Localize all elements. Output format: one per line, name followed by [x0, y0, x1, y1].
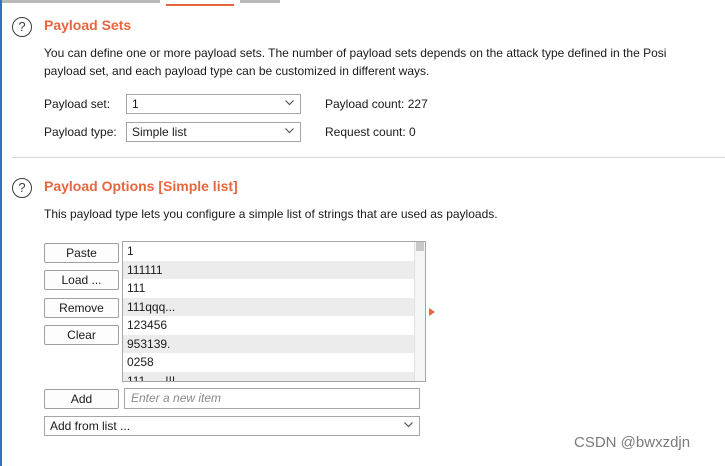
list-scrollbar[interactable]	[414, 242, 425, 381]
list-item[interactable]: 0258	[123, 353, 425, 372]
remove-button[interactable]: Remove	[44, 298, 119, 318]
payload-sets-description-line1: You can define one or more payload sets.…	[44, 46, 667, 60]
arrow-right-icon	[429, 308, 435, 316]
section-divider	[12, 157, 725, 158]
left-border-rule	[0, 0, 2, 466]
scrollbar-thumb[interactable]	[416, 242, 424, 251]
help-icon[interactable]: ?	[12, 178, 32, 198]
paste-button[interactable]: Paste	[44, 243, 119, 263]
new-item-input[interactable]: Enter a new item	[124, 388, 420, 409]
request-count: Request count: 0	[325, 125, 416, 139]
payload-options-description: This payload type lets you configure a s…	[44, 207, 498, 221]
add-from-list-select[interactable]: Add from list ...	[44, 416, 420, 436]
top-tab-strip	[0, 0, 725, 8]
add-button[interactable]: Add	[44, 389, 119, 409]
watermark: CSDN @bwxzdjn	[574, 434, 691, 451]
payload-count: Payload count: 227	[325, 97, 428, 111]
list-item[interactable]: 111111	[123, 260, 425, 279]
payload-type-select[interactable]: Simple list	[126, 122, 301, 142]
list-item[interactable]: 123456	[123, 316, 425, 335]
active-tab-indicator	[166, 4, 234, 6]
tab-strip-line	[0, 0, 160, 3]
payload-sets-description-line2: payload set, and each payload type can b…	[44, 64, 430, 78]
list-item[interactable]: 953139.	[123, 334, 425, 353]
chevron-down-icon	[285, 100, 294, 106]
load-button[interactable]: Load ...	[44, 270, 119, 290]
chevron-down-icon	[404, 422, 413, 428]
payload-sets-title: Payload Sets	[44, 17, 132, 33]
payload-type-label: Payload type:	[44, 125, 117, 139]
add-from-list-value: Add from list ...	[50, 419, 131, 433]
payload-set-select[interactable]: 1	[126, 94, 301, 114]
payload-list[interactable]: 1 111111 111 111qqq... 123456 953139. 02…	[122, 241, 426, 382]
help-icon[interactable]: ?	[12, 17, 32, 37]
clear-button[interactable]: Clear	[44, 325, 119, 345]
payload-type-value: Simple list	[132, 125, 187, 139]
chevron-down-icon	[285, 128, 294, 134]
payload-set-label: Payload set:	[44, 97, 111, 111]
list-item[interactable]: 1	[123, 242, 425, 261]
payload-set-value: 1	[132, 97, 139, 111]
tab-strip-line	[240, 0, 280, 3]
list-item[interactable]: 111	[123, 279, 425, 298]
list-item[interactable]: 111......!!!	[123, 371, 425, 381]
list-item[interactable]: 111qqq...	[123, 297, 425, 316]
payload-options-title: Payload Options [Simple list]	[44, 178, 238, 194]
